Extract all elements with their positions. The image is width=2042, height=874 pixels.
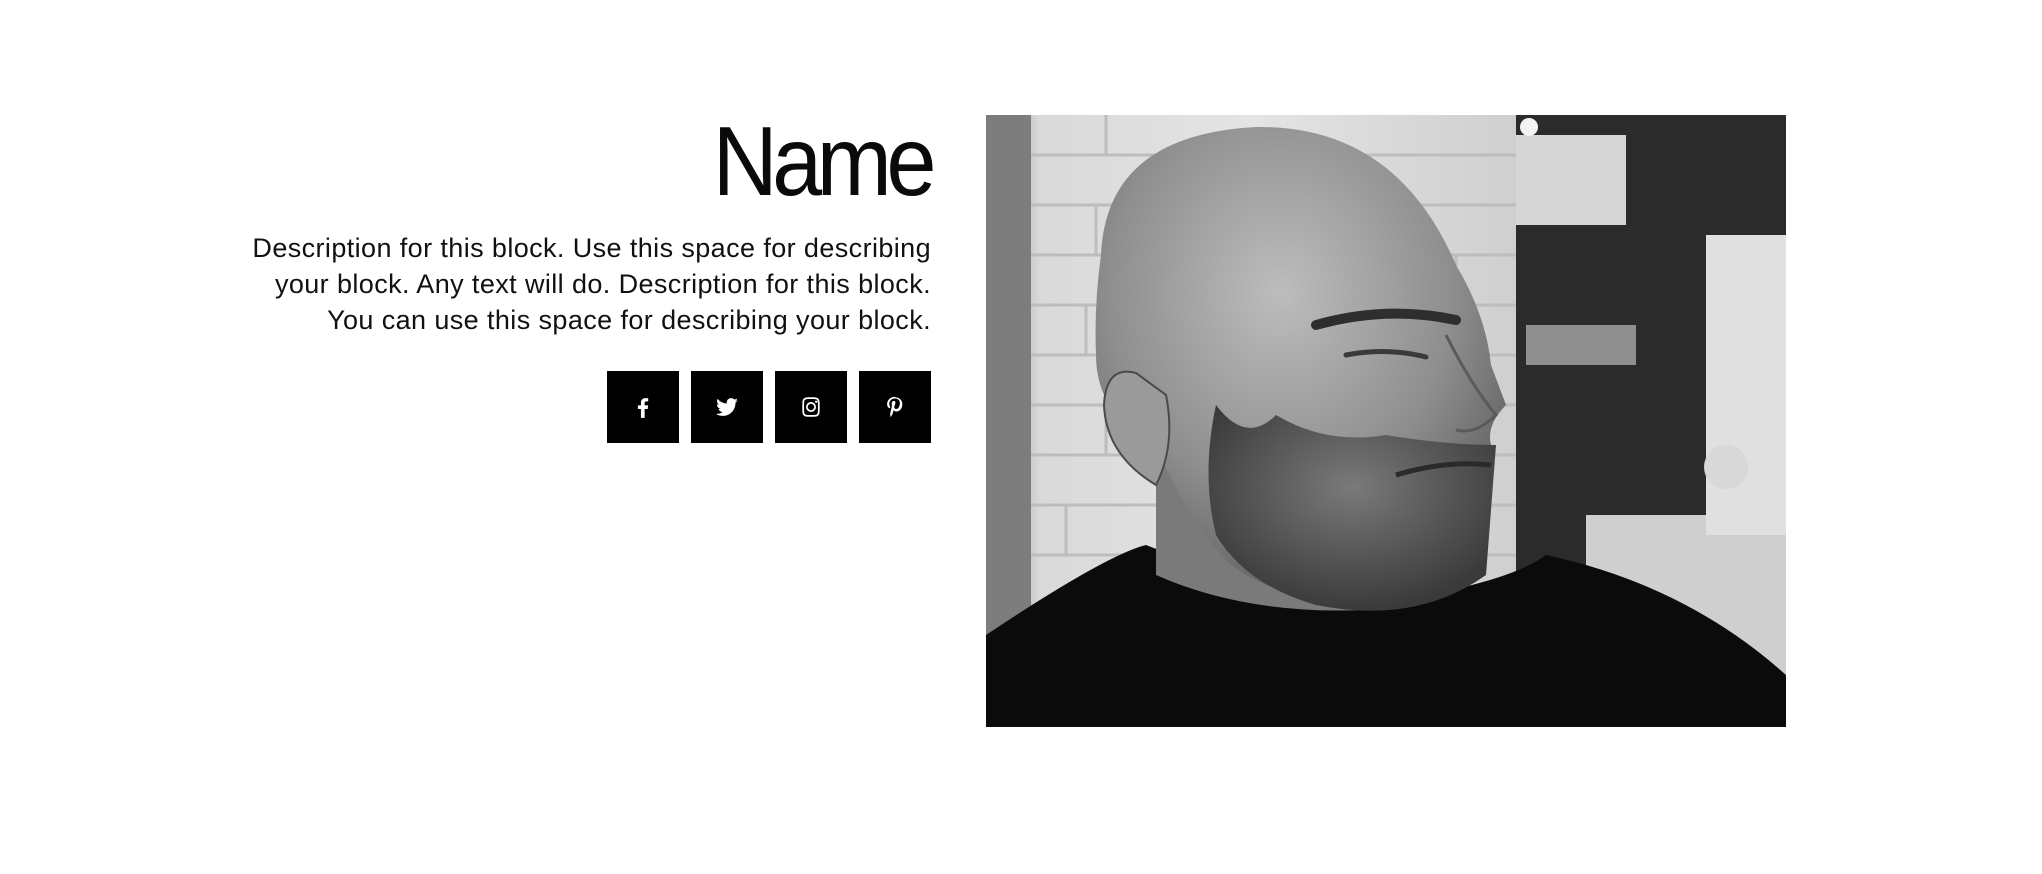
twitter-icon bbox=[715, 398, 738, 416]
facebook-button[interactable] bbox=[607, 371, 679, 443]
description-line: Description for this block. Use this spa… bbox=[252, 233, 931, 263]
instagram-button[interactable] bbox=[775, 371, 847, 443]
description-line: your block. Any text will do. Descriptio… bbox=[274, 269, 931, 299]
pinterest-button[interactable] bbox=[859, 371, 931, 443]
description-line: You can use this space for describing yo… bbox=[327, 305, 931, 335]
facebook-icon bbox=[637, 398, 649, 418]
profile-block: Name Description for this block. Use thi… bbox=[0, 0, 2042, 874]
profile-name: Name bbox=[712, 106, 937, 216]
portrait-photo bbox=[986, 115, 1786, 727]
portrait-illustration bbox=[986, 115, 1786, 727]
twitter-button[interactable] bbox=[691, 371, 763, 443]
profile-description: Description for this block. Use this spa… bbox=[211, 230, 931, 338]
social-links bbox=[607, 371, 931, 443]
pinterest-icon bbox=[887, 396, 903, 417]
instagram-icon bbox=[802, 397, 820, 417]
profile-text: Name Description for this block. Use thi… bbox=[211, 106, 937, 338]
